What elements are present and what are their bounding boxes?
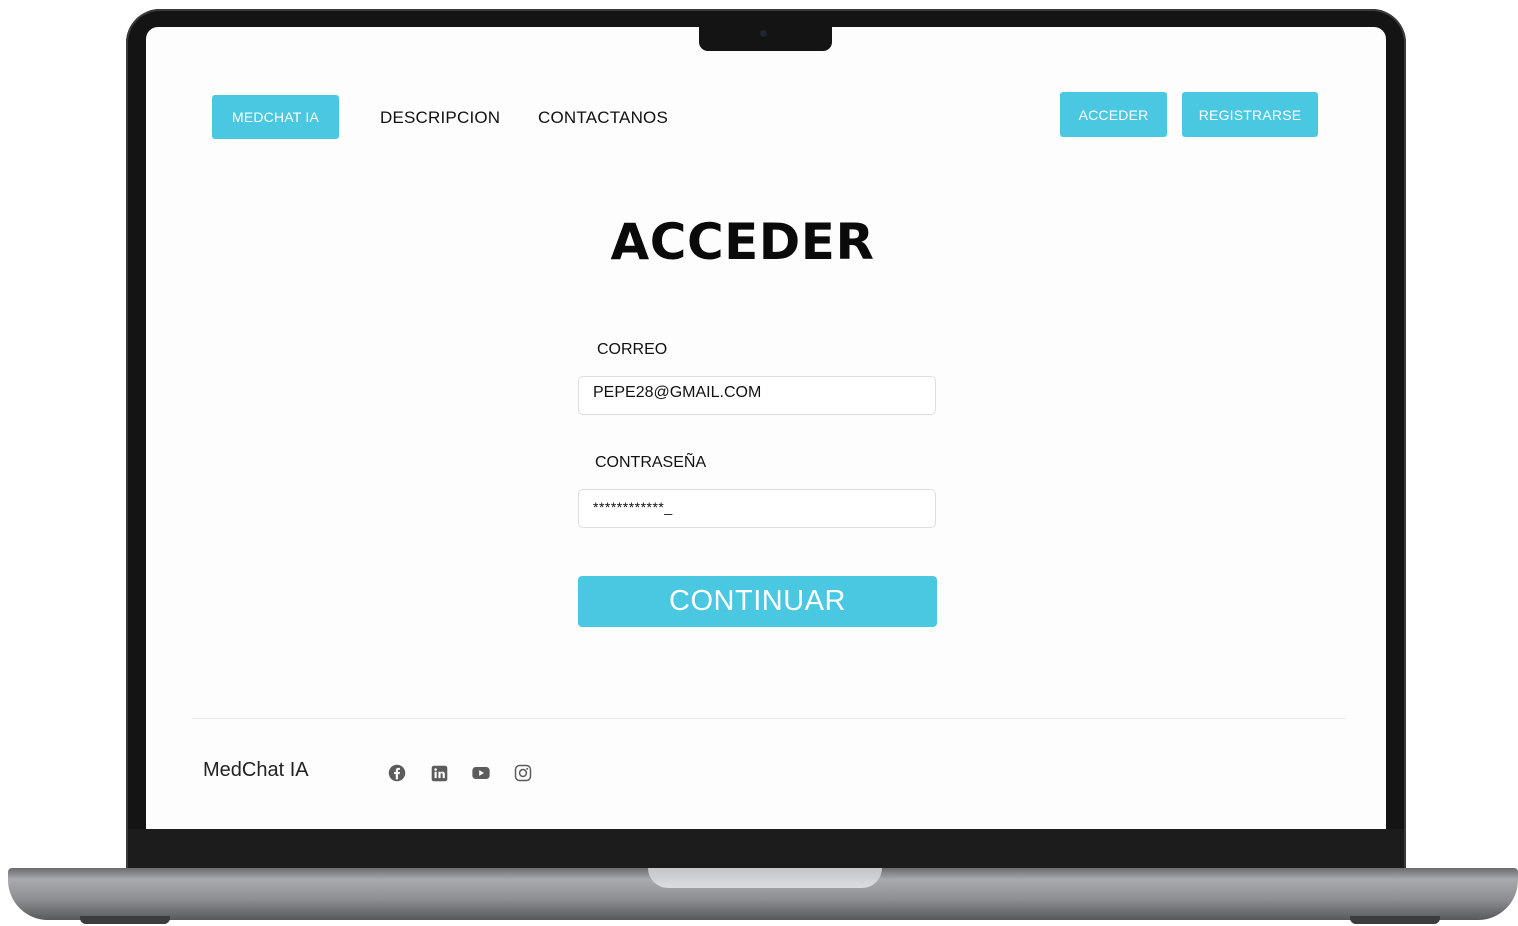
register-nav-button[interactable]: REGISTRARSE: [1182, 92, 1318, 137]
login-nav-button[interactable]: ACCEDER: [1060, 92, 1167, 137]
footer-brand: MedChat IA: [203, 759, 309, 781]
email-value: PEPE28@GMAIL.COM: [593, 384, 762, 401]
instagram-icon[interactable]: [514, 764, 532, 782]
password-field[interactable]: ************_: [578, 489, 936, 528]
nav-link-descripcion[interactable]: DESCRIPCION: [380, 108, 500, 128]
camera-icon: [760, 30, 767, 37]
youtube-icon[interactable]: [472, 764, 490, 782]
email-label: CORREO: [597, 341, 668, 358]
password-label: CONTRASEÑA: [595, 454, 707, 471]
linkedin-icon[interactable]: [430, 764, 448, 782]
password-value: ************_: [593, 499, 673, 515]
facebook-icon[interactable]: [388, 764, 406, 782]
screen-notch: [699, 26, 832, 51]
continue-button[interactable]: CONTINUAR: [578, 576, 937, 627]
footer-divider: [192, 718, 1346, 719]
page-title: ACCEDER: [610, 213, 875, 271]
browser-screen: MEDCHAT IA DESCRIPCION CONTACTANOS ACCED…: [146, 27, 1386, 829]
brand-button[interactable]: MEDCHAT IA: [212, 95, 339, 139]
laptop-foot-right: [1350, 916, 1440, 924]
nav-link-contactanos[interactable]: CONTACTANOS: [538, 108, 668, 128]
laptop-foot-left: [80, 916, 170, 924]
email-field[interactable]: PEPE28@GMAIL.COM: [578, 376, 936, 415]
laptop-mockup: MEDCHAT IA DESCRIPCION CONTACTANOS ACCED…: [0, 0, 1518, 926]
laptop-base-notch: [648, 868, 882, 888]
